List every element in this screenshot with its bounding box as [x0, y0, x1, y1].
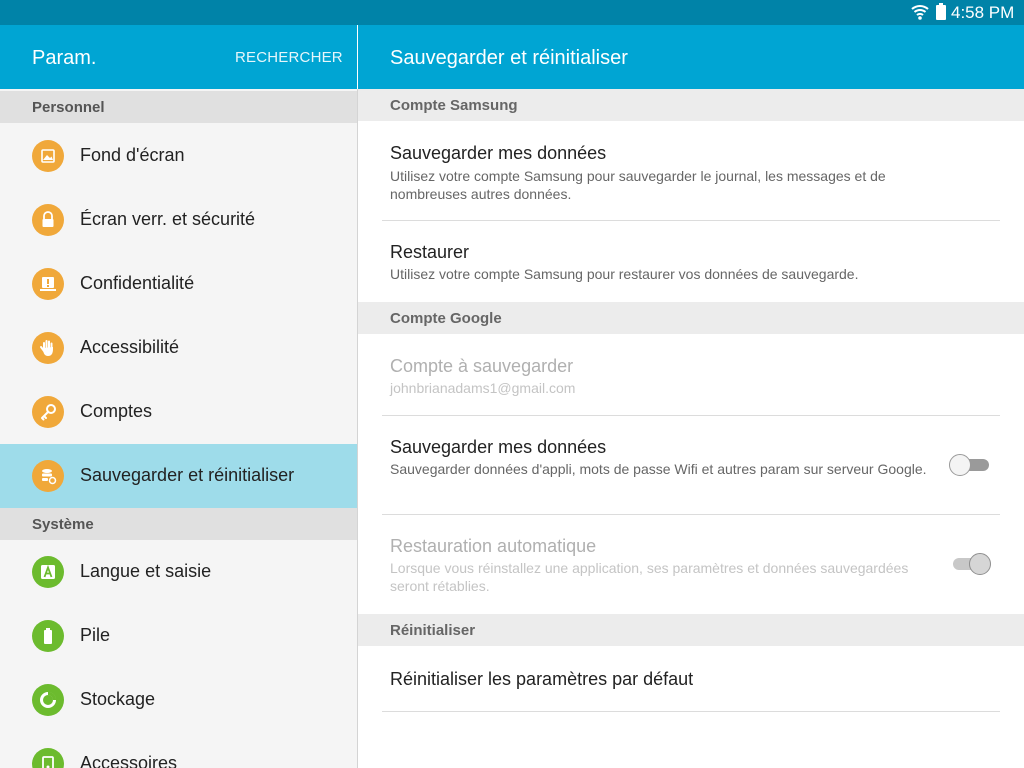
sidebar-item-battery[interactable]: Pile — [0, 604, 357, 668]
row-divider — [382, 711, 1000, 712]
sidebar-item-label: Comptes — [80, 401, 153, 421]
sidebar-item-label: Accessoires — [80, 753, 178, 768]
category-label: Compte Google — [390, 310, 502, 327]
row-title: Compte à sauvegarder — [390, 356, 574, 376]
sidebar-item-accounts[interactable]: Comptes — [0, 380, 357, 444]
sidebar-item-wallpaper[interactable]: Fond d'écran — [0, 124, 357, 188]
hand-icon — [32, 332, 64, 364]
status-bar: 4:58 PM — [0, 0, 1024, 25]
battery-status-icon — [936, 3, 946, 20]
row-title: Sauvegarder mes données — [390, 437, 607, 457]
auto-restore-row: Restauration automatique Lorsque vous ré… — [358, 515, 1024, 614]
page-title: Sauvegarder et réinitialiser — [390, 47, 628, 69]
row-summary: Sauvegarder données d'appli, mots de pas… — [390, 461, 927, 477]
sidebar-item-lock-screen[interactable]: Écran verr. et sécurité — [0, 188, 357, 252]
category-reset: Réinitialiser — [358, 614, 1024, 646]
google-backup-row[interactable]: Sauvegarder mes données Sauvegarder donn… — [358, 416, 1024, 514]
sidebar-item-label: Écran verr. et sécurité — [80, 209, 256, 229]
factory-reset-row[interactable]: Réinitialiser les paramètres par défaut — [358, 646, 1024, 711]
category-label: Réinitialiser — [390, 622, 476, 639]
category-label: Compte Samsung — [390, 97, 518, 114]
settings-sidebar: Param. RECHERCHER Personnel Fond d'écran… — [0, 25, 357, 768]
section-header-label: Système — [32, 516, 94, 533]
section-header-label: Personnel — [32, 99, 105, 116]
sidebar-item-label: Pile — [80, 625, 111, 645]
sidebar-item-accessibility[interactable]: Accessibilité — [0, 316, 357, 380]
storage-icon — [32, 684, 64, 716]
accessories-icon — [32, 748, 64, 768]
sidebar-item-language[interactable]: Langue et saisie — [0, 540, 357, 604]
sidebar-item-privacy[interactable]: Confidentialité — [0, 252, 357, 316]
sidebar-item-label: Fond d'écran — [80, 145, 185, 165]
lock-icon — [32, 204, 64, 236]
status-time: 4:58 PM — [951, 3, 1015, 22]
battery-icon — [32, 620, 64, 652]
backup-account-row: Compte à sauvegarder johnbrianadams1@gma… — [358, 334, 1024, 415]
key-icon — [32, 396, 64, 428]
sidebar-title: Param. — [32, 47, 97, 69]
wifi-icon — [911, 5, 929, 20]
samsung-backup-row[interactable]: Sauvegarder mes données Utilisez votre c… — [358, 121, 1024, 220]
samsung-restore-row[interactable]: Restaurer Utilisez votre compte Samsung … — [358, 221, 1024, 302]
sidebar-item-label: Confidentialité — [80, 273, 195, 293]
wallpaper-icon — [32, 140, 64, 172]
detail-header: Sauvegarder et réinitialiser — [358, 25, 1024, 89]
search-button[interactable]: RECHERCHER — [235, 49, 343, 66]
privacy-icon — [32, 268, 64, 300]
row-title: Restauration automatique — [390, 536, 597, 556]
sidebar-item-backup-reset[interactable]: Sauvegarder et réinitialiser — [0, 444, 357, 508]
row-title: Restaurer — [390, 242, 470, 262]
sidebar-item-label: Sauvegarder et réinitialiser — [80, 465, 295, 485]
sidebar-item-label: Stockage — [80, 689, 156, 709]
sidebar-item-accessories[interactable]: Accessoires — [0, 732, 357, 768]
sidebar-item-storage[interactable]: Stockage — [0, 668, 357, 732]
category-google-account: Compte Google — [358, 302, 1024, 334]
section-header-personnel: Personnel — [0, 91, 357, 123]
auto-restore-toggle — [949, 550, 993, 576]
sidebar-header: Param. RECHERCHER — [0, 25, 357, 89]
row-summary: Lorsque vous réinstallez une application… — [390, 560, 909, 594]
row-title: Réinitialiser les paramètres par défaut — [390, 669, 694, 689]
row-summary: Utilisez votre compte Samsung pour resta… — [390, 266, 859, 282]
row-summary: Utilisez votre compte Samsung pour sauve… — [390, 168, 886, 202]
sidebar-item-label: Langue et saisie — [80, 561, 212, 581]
backup-icon — [32, 460, 64, 492]
row-title: Sauvegarder mes données — [390, 143, 607, 163]
row-summary: johnbrianadams1@gmail.com — [390, 380, 576, 396]
category-samsung-account: Compte Samsung — [358, 89, 1024, 121]
sidebar-item-label: Accessibilité — [80, 337, 180, 357]
section-header-systeme: Système — [0, 508, 357, 540]
language-icon — [32, 556, 64, 588]
google-backup-toggle[interactable] — [949, 451, 993, 477]
